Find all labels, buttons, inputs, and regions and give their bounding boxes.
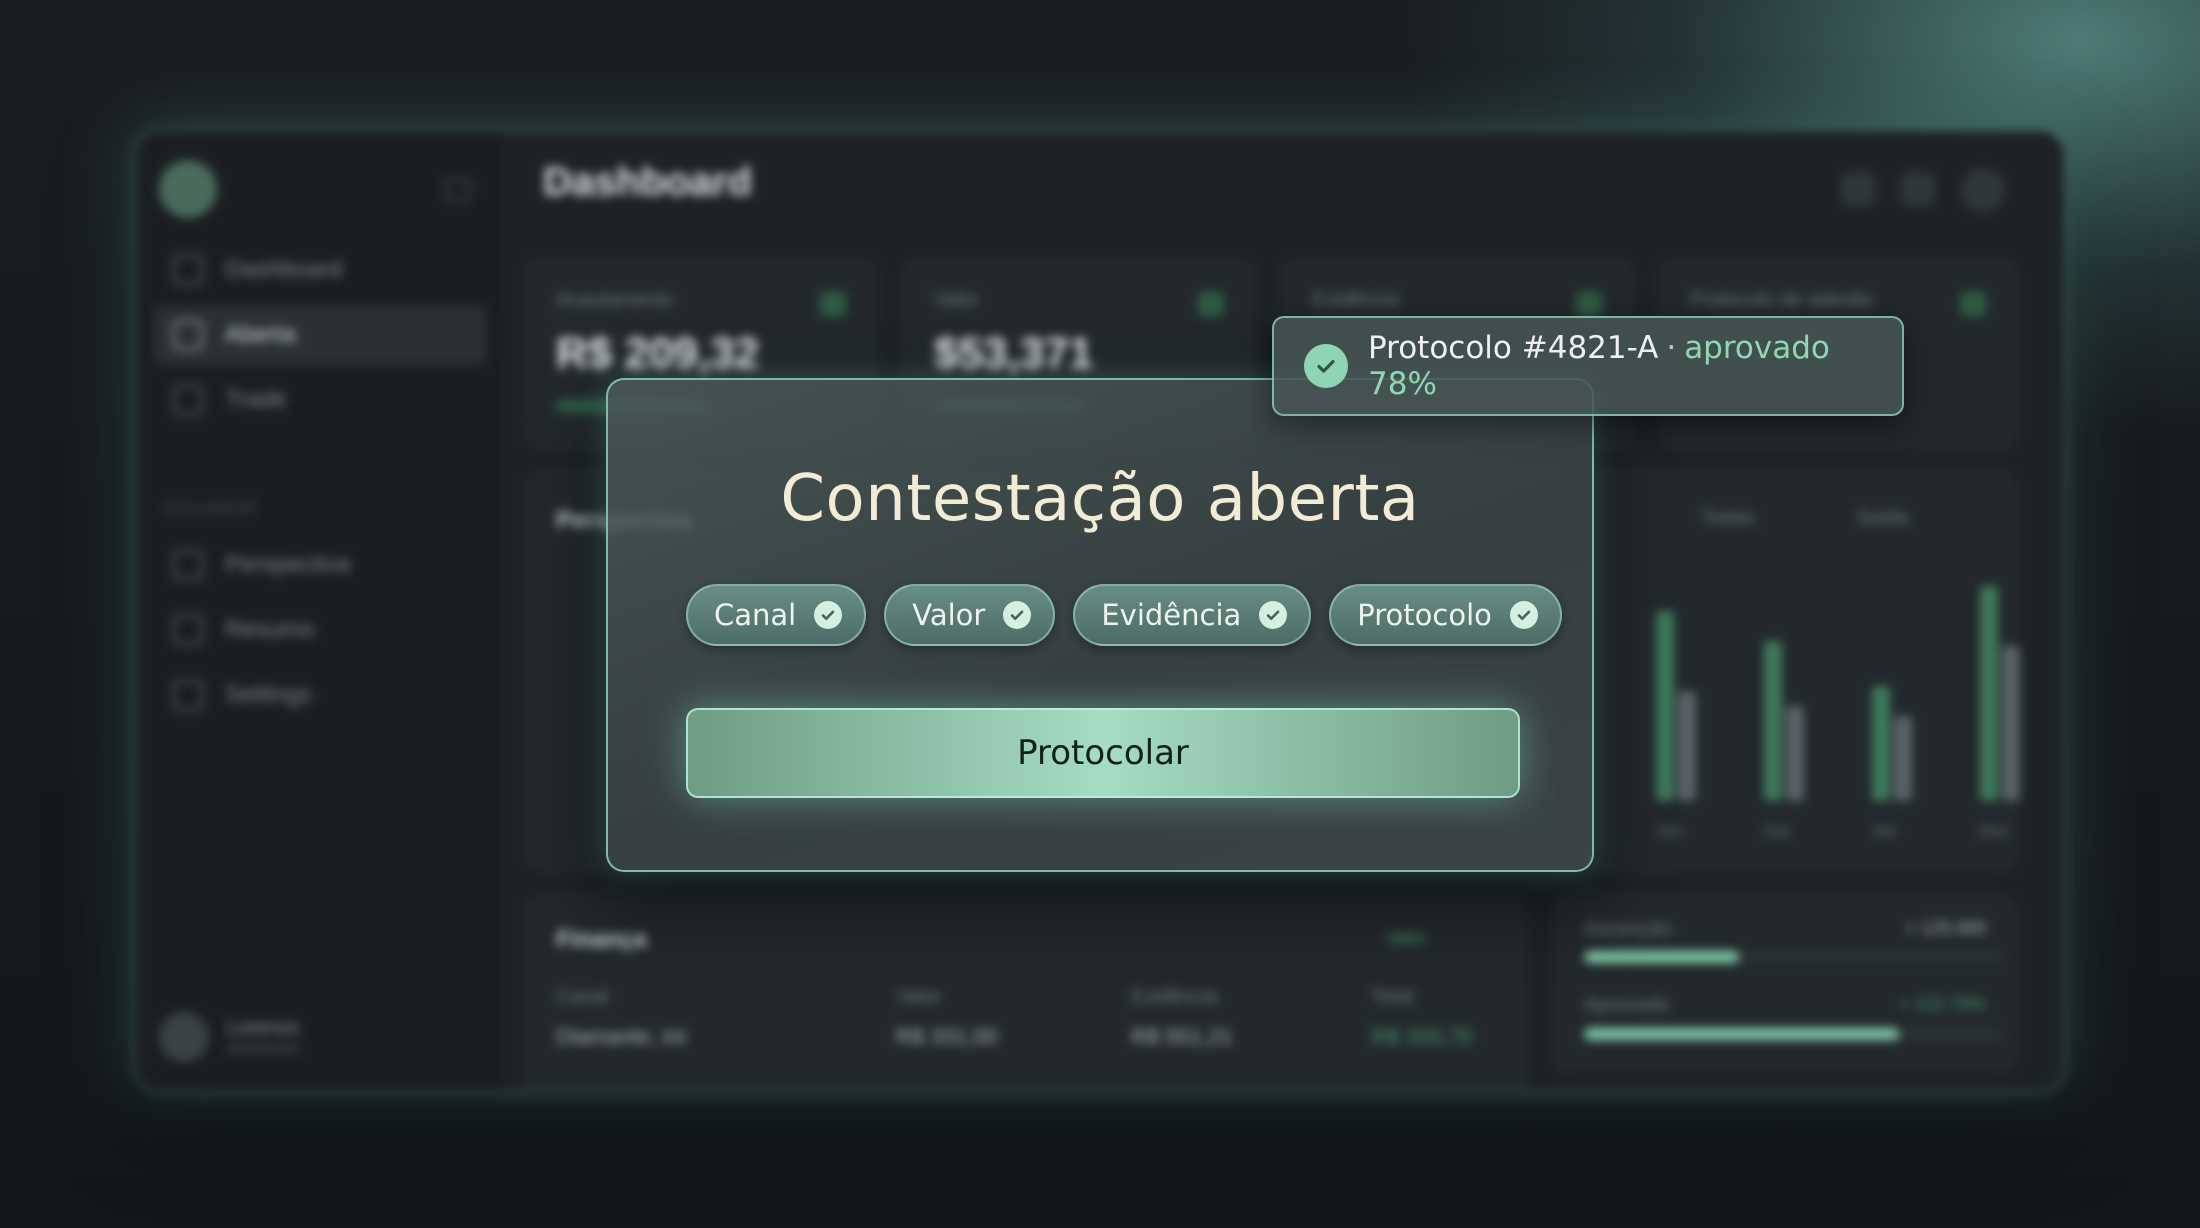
shield-icon bbox=[173, 550, 203, 580]
user-role: dashboard bbox=[227, 1040, 298, 1057]
finance-table-card: Finança Valor Canal Valor Evidência Tota… bbox=[525, 895, 1527, 1092]
progress-card: Ascenção + 125.000 Aprovado + 122.70% bbox=[1553, 895, 2017, 1072]
kpi-value: $53,371 bbox=[934, 329, 1094, 378]
chart-bar bbox=[1764, 641, 1782, 801]
kpi-label: Acautamento bbox=[556, 289, 674, 311]
toast-separator: · bbox=[1666, 330, 1677, 366]
kpi-label: Valor bbox=[934, 289, 980, 311]
sidebar: Dashboard Aberta Trade ESCANDIR Perspect… bbox=[135, 130, 506, 1092]
filter-dropdown[interactable]: Todas bbox=[1701, 507, 1754, 530]
chip-evidencia[interactable]: Evidência bbox=[1073, 584, 1312, 646]
sidebar-section-label: ESCANDIR bbox=[165, 500, 259, 517]
x-tick-label: Set bbox=[1872, 823, 1897, 840]
chip-label: Valor bbox=[912, 598, 986, 632]
chip-label: Protocolo bbox=[1357, 598, 1492, 632]
chip-label: Evidência bbox=[1101, 598, 1242, 632]
check-circle-icon bbox=[1304, 344, 1348, 388]
progress-fill bbox=[1584, 1028, 1899, 1040]
chart-bar bbox=[1656, 611, 1674, 801]
chart-bar bbox=[1980, 586, 1998, 801]
chart-bar bbox=[1678, 691, 1696, 801]
user-name: Lorenzo bbox=[227, 1017, 300, 1039]
progress-label: Aprovado bbox=[1584, 994, 1670, 1016]
table-cell: Diamante, int bbox=[556, 1024, 686, 1049]
user-profile[interactable]: Lorenzo dashboard bbox=[159, 1002, 489, 1072]
sidebar-item-label: Settings bbox=[225, 681, 312, 708]
app-logo bbox=[159, 160, 217, 218]
table-title: Finança bbox=[556, 926, 647, 953]
check-icon bbox=[1259, 601, 1288, 629]
table-header: Valor bbox=[896, 986, 942, 1008]
progress-value: + 125.000 bbox=[1905, 918, 1986, 938]
toast-protocol: Protocolo #4821-A bbox=[1368, 330, 1659, 366]
trend-icon bbox=[1198, 291, 1224, 317]
x-tick-label: Dez bbox=[1980, 823, 2009, 840]
page-title: Dashboard bbox=[543, 160, 752, 204]
sidebar-item-resumo[interactable]: Resumo bbox=[153, 600, 487, 660]
table-cell: R$ 551,21 bbox=[1131, 1024, 1233, 1049]
sidebar-item-label: Perspectiva bbox=[225, 551, 351, 578]
table-cell: R$ 331,00 bbox=[896, 1024, 998, 1049]
trend-icon bbox=[1576, 291, 1602, 317]
status-chips: Canal Valor Evidência Protocolo bbox=[686, 584, 1562, 646]
sidebar-item-label: Dashboard bbox=[225, 256, 343, 283]
chart-bar bbox=[2002, 646, 2020, 801]
sidebar-item-settings[interactable]: Settings bbox=[153, 665, 487, 725]
chip-label: Canal bbox=[714, 598, 797, 632]
x-tick-label: Jun bbox=[1656, 823, 1682, 840]
chart-bar bbox=[1872, 686, 1890, 801]
mail-icon[interactable] bbox=[1841, 172, 1875, 206]
collapse-sidebar-icon[interactable] bbox=[445, 178, 471, 200]
sidebar-item-label: Resumo bbox=[225, 616, 315, 643]
sidebar-item-label: Aberta bbox=[225, 321, 296, 348]
folder-icon bbox=[173, 615, 203, 645]
sidebar-item-aberta[interactable]: Aberta bbox=[153, 305, 487, 365]
table-header: Total bbox=[1371, 986, 1414, 1008]
chip-canal[interactable]: Canal bbox=[686, 584, 867, 646]
progress-bar bbox=[1584, 951, 2004, 963]
trend-icon bbox=[1960, 291, 1986, 317]
check-icon bbox=[1509, 601, 1538, 629]
progress-value: + 122.70% bbox=[1899, 994, 1986, 1014]
progress-fill bbox=[1584, 951, 1740, 963]
home-icon bbox=[173, 255, 203, 285]
avatar bbox=[159, 1012, 209, 1062]
check-icon bbox=[814, 601, 843, 629]
progress-label: Ascenção bbox=[1584, 918, 1672, 940]
sidebar-item-perspectiva[interactable]: Perspectiva bbox=[153, 535, 487, 595]
gear-icon bbox=[173, 680, 203, 710]
chip-protocolo[interactable]: Protocolo bbox=[1329, 584, 1562, 646]
approval-toast: Protocolo #4821-A · aprovado 78% bbox=[1272, 316, 1904, 416]
filter-dropdown[interactable]: Saída bbox=[1856, 507, 1908, 530]
progress-bar bbox=[1584, 1028, 2004, 1040]
sidebar-item-dashboard[interactable]: Dashboard bbox=[153, 240, 487, 300]
kpi-label: Evidência bbox=[1312, 289, 1399, 311]
chart-bar bbox=[1786, 706, 1804, 801]
chip-valor[interactable]: Valor bbox=[884, 584, 1056, 646]
x-tick-label: Out bbox=[1764, 823, 1790, 840]
modal-title: Contestação aberta bbox=[780, 462, 1420, 536]
table-link[interactable]: Valor bbox=[1386, 928, 1427, 949]
trend-icon bbox=[820, 291, 846, 317]
avatar[interactable] bbox=[1961, 168, 2005, 212]
protocolar-button[interactable]: Protocolar bbox=[686, 708, 1520, 798]
users-icon bbox=[173, 385, 203, 415]
sidebar-item-trade[interactable]: Trade bbox=[153, 370, 487, 430]
table-header: Evidência bbox=[1131, 986, 1218, 1008]
bell-icon[interactable] bbox=[1901, 172, 1935, 206]
dispute-modal: Contestação aberta Canal Valor Evidência… bbox=[606, 378, 1594, 872]
kpi-value: R$ 209,32 bbox=[556, 329, 760, 378]
table-header: Canal bbox=[556, 986, 609, 1008]
sidebar-item-label: Trade bbox=[225, 386, 287, 413]
kpi-label: Protocolo de adesão bbox=[1690, 289, 1874, 311]
calendar-icon bbox=[173, 320, 203, 350]
check-icon bbox=[1003, 601, 1032, 629]
chart-bar bbox=[1894, 716, 1912, 801]
table-cell: R$ 333,70 bbox=[1371, 1024, 1473, 1049]
